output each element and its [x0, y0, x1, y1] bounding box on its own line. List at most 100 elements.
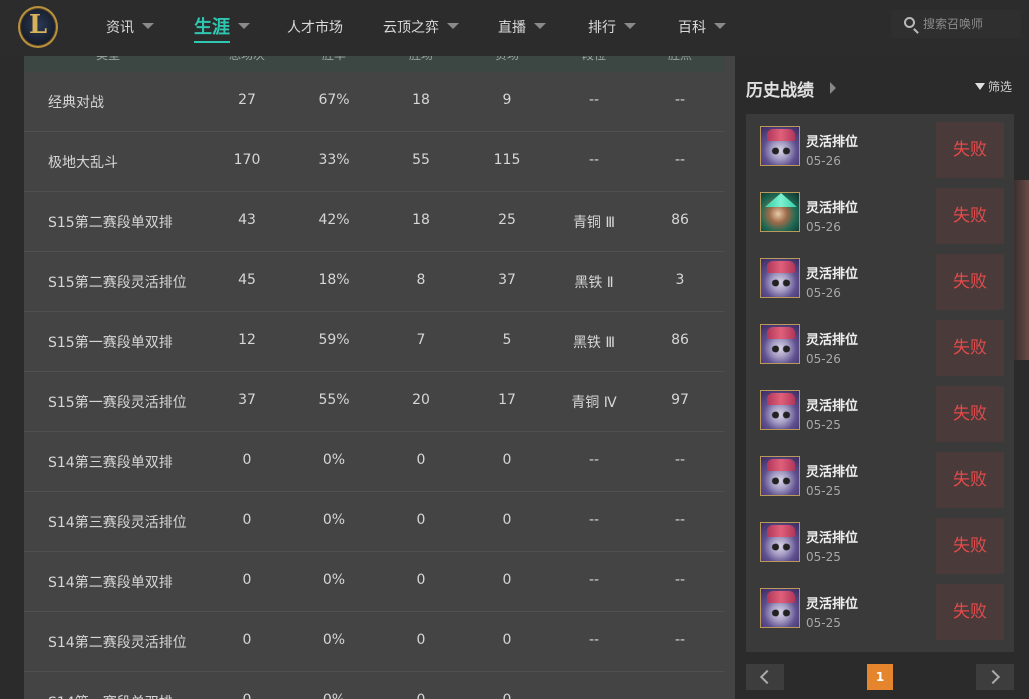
cell-wins: 0 — [416, 512, 426, 528]
nav-item-label: 云顶之弈 — [383, 20, 439, 36]
cell-total: 45 — [238, 272, 256, 288]
cell-tier: 青铜 Ⅳ — [571, 395, 617, 411]
next-page-button[interactable] — [976, 664, 1014, 690]
cell-wins: 18 — [412, 212, 430, 228]
cell-wins: 0 — [416, 572, 426, 588]
cell-lp: -- — [674, 512, 686, 528]
table-row: S14第一赛段单双排00%00---- — [24, 672, 724, 699]
history-title[interactable]: 历史战绩 — [746, 76, 814, 101]
nav-item-label: 直播 — [498, 20, 526, 36]
nav-item-1[interactable]: 生涯 — [194, 0, 250, 56]
cell-total: 0 — [242, 512, 252, 528]
chevron-down-icon[interactable] — [714, 23, 726, 29]
cell-losses: 0 — [467, 692, 547, 699]
nav-item-5[interactable]: 排行 — [588, 0, 636, 56]
nav-item-6[interactable]: 百科 — [678, 0, 726, 56]
match-item[interactable]: 灵活排位 05-26 失败 — [754, 246, 1004, 310]
cell-wins: 0 — [381, 692, 461, 699]
match-queue: 灵活排位 — [806, 267, 859, 282]
match-item[interactable]: 灵活排位 05-25 失败 — [754, 510, 1004, 574]
cell-tier: -- — [588, 92, 600, 108]
cell-tier: -- — [588, 152, 600, 168]
cell-losses: 0 — [502, 572, 512, 588]
search-input[interactable] — [923, 14, 1015, 34]
chevron-down-icon[interactable] — [447, 23, 459, 29]
chevron-down-icon[interactable] — [142, 23, 154, 29]
filter-icon — [975, 83, 985, 90]
table-row: S15第二赛段单双排 43 42% 18 25 青铜 Ⅲ 86 — [24, 192, 724, 252]
table-row: S15第二赛段灵活排位 45 18% 8 37 黑铁 Ⅱ 3 — [24, 252, 724, 312]
cell-total: 43 — [238, 212, 256, 228]
cell-lp: 86 — [671, 212, 689, 228]
chevron-down-icon[interactable] — [238, 23, 250, 29]
match-queue: 灵活排位 — [806, 333, 859, 348]
chevron-down-icon[interactable] — [534, 23, 546, 29]
match-item[interactable]: 灵活排位 05-26 失败 — [754, 114, 1004, 178]
nav-item-label: 百科 — [678, 20, 706, 36]
cell-winrate: 55% — [318, 392, 350, 408]
search-icon[interactable] — [904, 17, 915, 28]
champion-avatar — [760, 390, 800, 430]
cell-wins: 0 — [416, 452, 426, 468]
chevron-right-icon[interactable] — [830, 82, 836, 94]
match-history-list: 灵活排位 05-26 失败 灵活排位 05-26 失败 灵活排位 05-26 失败 灵活排位 05-… — [746, 114, 1014, 652]
table-row: S15第一赛段单双排 12 59% 7 5 黑铁 Ⅲ 86 — [24, 312, 724, 372]
cell-losses: 37 — [498, 272, 516, 288]
cell-winrate: 0% — [294, 692, 374, 699]
prev-page-button[interactable] — [746, 664, 784, 690]
cell-lp: -- — [674, 572, 686, 588]
cell-wins: 8 — [416, 272, 426, 288]
match-date: 05-25 — [806, 484, 841, 498]
cell-losses: 25 — [498, 212, 516, 228]
stats-table: 类型总场次胜率胜场负场段位胜点 经典对战2767%189----极地大乱斗170… — [24, 40, 735, 699]
filter-button[interactable]: 筛选 — [975, 78, 1012, 95]
cell-winrate: 0% — [322, 452, 346, 468]
cell-tier: 青铜 Ⅲ — [572, 215, 616, 231]
champion-avatar — [760, 258, 800, 298]
cell-wins: 20 — [412, 392, 430, 408]
cell-type: S14第三赛段单双排 — [48, 455, 173, 471]
nav-item-2[interactable]: 人才市场 — [287, 0, 343, 56]
nav-item-4[interactable]: 直播 — [498, 0, 546, 56]
match-item[interactable]: 灵活排位 05-26 失败 — [754, 180, 1004, 244]
cell-losses: 0 — [502, 452, 512, 468]
nav-item-3[interactable]: 云顶之弈 — [383, 0, 459, 56]
cell-total: 0 — [242, 452, 252, 468]
champion-avatar — [760, 126, 800, 166]
cell-losses: 0 — [502, 632, 512, 648]
match-result-badge: 失败 — [936, 188, 1004, 244]
match-date: 05-25 — [806, 616, 841, 630]
table-body: 经典对战 27 67% 18 9 -- -- 极地大乱斗 170 33% 55 115 -- -- S15第… — [24, 72, 724, 699]
nav-item-0[interactable]: 资讯 — [106, 0, 154, 56]
cell-tier: -- — [554, 692, 634, 699]
cell-losses: 115 — [493, 152, 521, 168]
chevron-down-icon[interactable] — [624, 23, 636, 29]
cell-type: S14第二赛段灵活排位 — [48, 635, 187, 651]
cell-total: 12 — [238, 332, 256, 348]
match-item[interactable]: 灵活排位 05-26 失败 — [754, 312, 1004, 376]
cell-wins: 7 — [416, 332, 426, 348]
search-box[interactable] — [891, 10, 1021, 38]
cell-losses: 0 — [502, 512, 512, 528]
cell-total: 27 — [238, 92, 256, 108]
cell-type: S14第一赛段单双排 — [48, 692, 228, 699]
cell-losses: 9 — [502, 92, 512, 108]
match-date: 05-25 — [806, 418, 841, 432]
match-item[interactable]: 灵活排位 05-25 失败 — [754, 444, 1004, 508]
cell-type: S15第一赛段单双排 — [48, 335, 173, 351]
cell-tier: 黑铁 Ⅲ — [572, 335, 616, 351]
cell-total: 0 — [207, 692, 287, 699]
current-page-button[interactable]: 1 — [867, 664, 893, 690]
match-queue: 灵活排位 — [806, 201, 859, 216]
background-art — [1014, 180, 1029, 360]
match-item[interactable]: 灵活排位 05-25 失败 — [754, 378, 1004, 442]
cell-wins: 0 — [416, 632, 426, 648]
cell-winrate: 18% — [318, 272, 350, 288]
match-item[interactable]: 灵活排位 05-25 失败 — [754, 576, 1004, 640]
nav-item-label: 生涯 — [194, 17, 230, 43]
match-date: 05-26 — [806, 352, 841, 366]
cell-total: 37 — [238, 392, 256, 408]
league-logo-icon[interactable]: L — [18, 6, 58, 48]
table-row: S15第一赛段灵活排位 37 55% 20 17 青铜 Ⅳ 97 — [24, 372, 724, 432]
cell-winrate: 33% — [318, 152, 350, 168]
